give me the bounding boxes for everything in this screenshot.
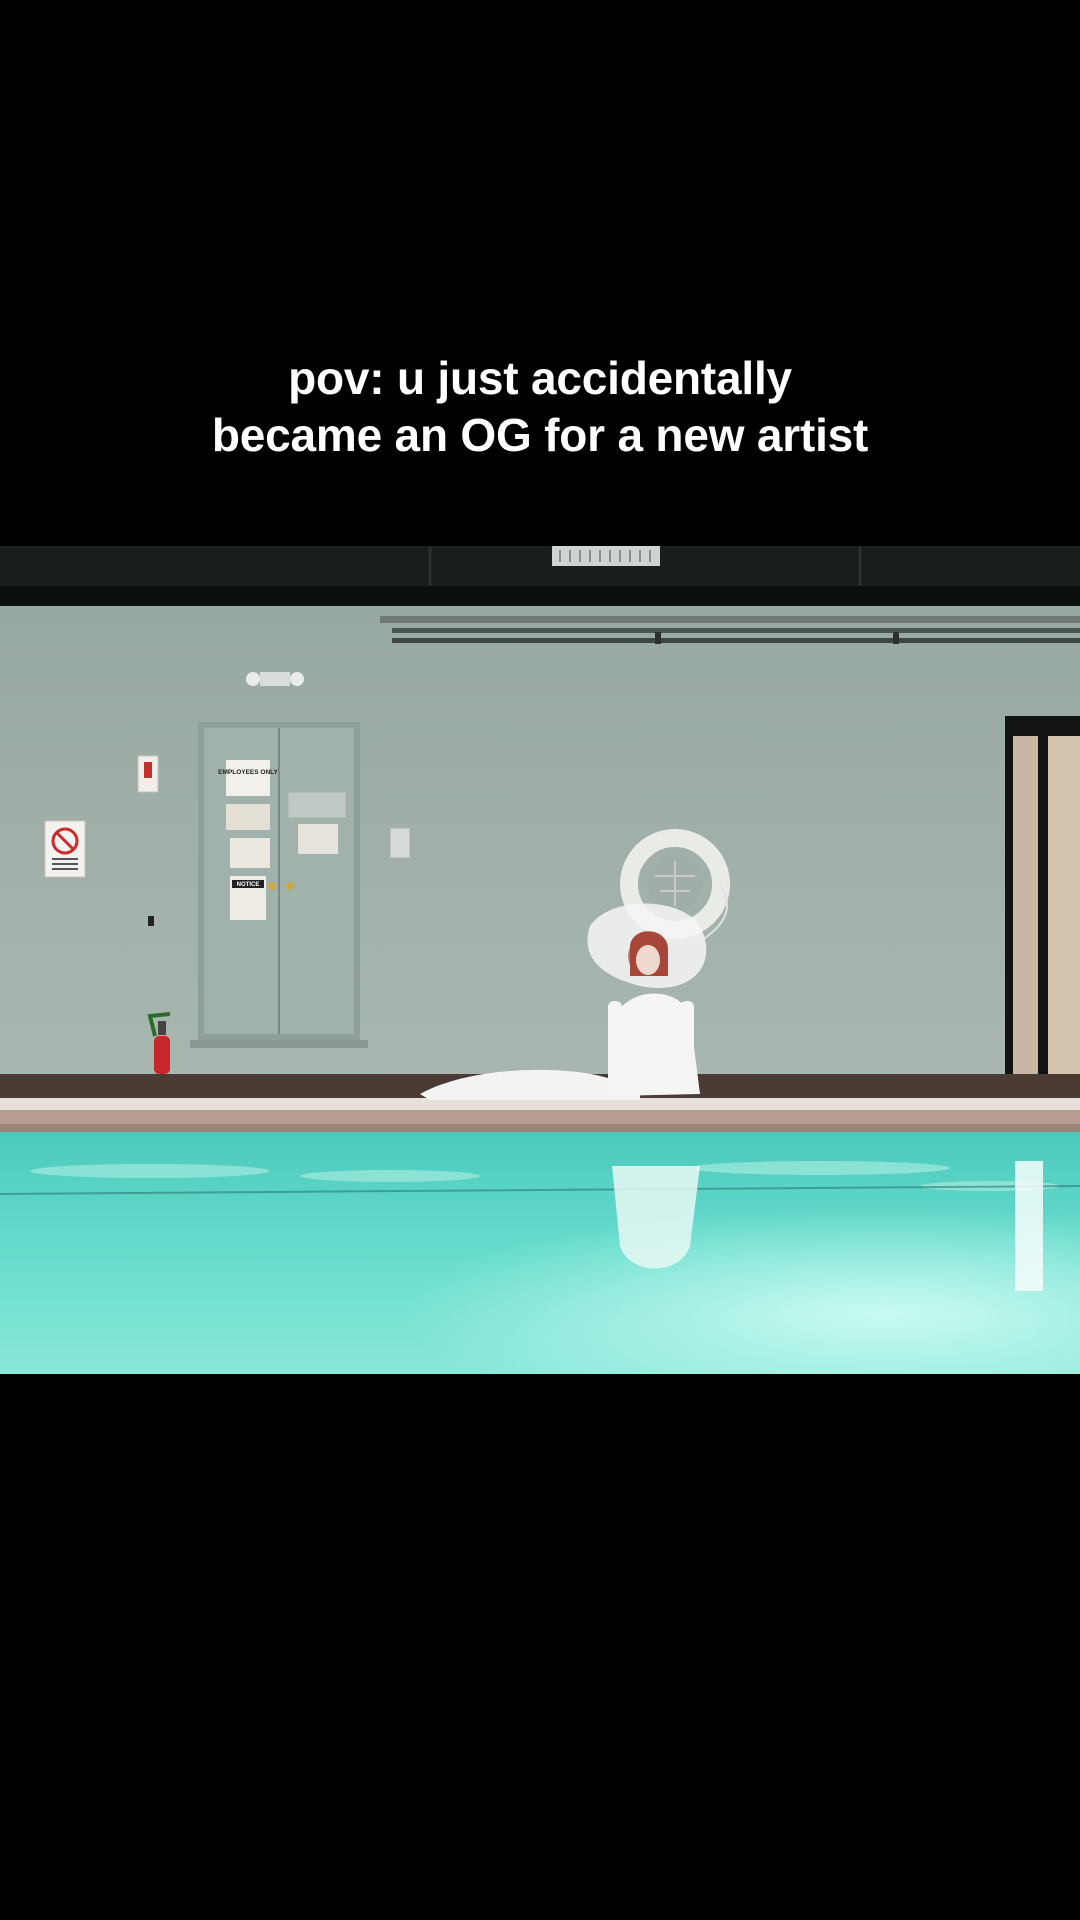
wall-pipes [380, 616, 1080, 644]
wall-thermostat [389, 827, 411, 859]
extinguisher-sign [137, 755, 159, 793]
no-smoking-sign [44, 820, 86, 878]
notice-sign-text: NOTICE [237, 882, 260, 888]
door-sign-text: EMPLOYEES ONLY [218, 769, 278, 776]
glass-door [1005, 716, 1080, 1116]
pool-scene-image: EMPLOYEES ONLY NOTICE [0, 546, 1080, 1374]
caption-line-1: pov: u just accidentally [288, 352, 792, 404]
wall-outlet [148, 916, 154, 926]
video-frame[interactable]: EMPLOYEES ONLY NOTICE [0, 546, 1080, 1374]
ceiling [0, 546, 1080, 606]
emergency-light [246, 672, 304, 686]
video-caption: pov: u just accidentally became an OG fo… [0, 350, 1080, 464]
caption-line-2: became an OG for a new artist [211, 409, 869, 461]
employees-only-door: EMPLOYEES ONLY NOTICE [190, 722, 368, 1048]
